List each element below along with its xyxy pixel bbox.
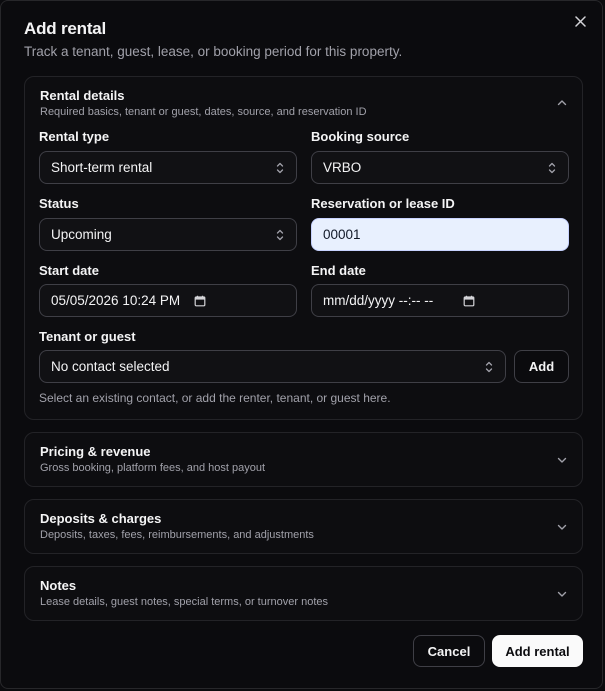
close-button[interactable] <box>572 13 588 29</box>
tenant-hint: Select an existing contact, or add the r… <box>39 391 391 405</box>
dialog-title: Add rental <box>24 19 107 38</box>
section-description: Gross booking, platform fees, and host p… <box>40 462 266 474</box>
end-date-label: End date <box>311 263 366 278</box>
chevron-up-down-icon <box>548 162 556 173</box>
section-description: Lease details, guest notes, special term… <box>40 596 328 608</box>
status-value: Upcoming <box>51 227 112 242</box>
reservation-id-label: Reservation or lease ID <box>311 196 455 211</box>
cancel-button[interactable]: Cancel <box>413 635 485 667</box>
section-description: Deposits, taxes, fees, reimbursements, a… <box>40 529 314 541</box>
section-title: Notes <box>40 578 77 593</box>
reservation-id-value: 00001 <box>323 227 361 242</box>
rental-type-select[interactable]: Short-term rental <box>39 151 297 184</box>
booking-source-label: Booking source <box>311 129 410 144</box>
calendar-icon[interactable] <box>194 295 206 307</box>
tenant-value: No contact selected <box>51 359 170 374</box>
start-date-input[interactable]: 05/05/2026 10:24 PM <box>39 284 297 317</box>
add-rental-dialog: Add rental Track a tenant, guest, lease,… <box>0 0 603 689</box>
start-date-value: 05/05/2026 10:24 PM <box>51 293 181 308</box>
add-tenant-button[interactable]: Add <box>514 350 569 383</box>
rental-type-value: Short-term rental <box>51 160 153 175</box>
booking-source-select[interactable]: VRBO <box>311 151 569 184</box>
section-description: Required basics, tenant or guest, dates,… <box>40 106 367 118</box>
status-label: Status <box>39 196 79 211</box>
chevron-up-icon[interactable] <box>556 97 568 109</box>
section-pricing[interactable]: Pricing & revenue Gross booking, platfor… <box>24 432 583 487</box>
tenant-label: Tenant or guest <box>39 329 136 344</box>
section-title: Deposits & charges <box>40 511 162 526</box>
chevron-down-icon[interactable] <box>556 588 568 600</box>
section-deposits[interactable]: Deposits & charges Deposits, taxes, fees… <box>24 499 583 554</box>
section-notes[interactable]: Notes Lease details, guest notes, specia… <box>24 566 583 621</box>
reservation-id-input[interactable]: 00001 <box>311 218 569 251</box>
tenant-select[interactable]: No contact selected <box>39 350 506 383</box>
calendar-icon[interactable] <box>463 295 475 307</box>
start-date-label: Start date <box>39 263 99 278</box>
section-header-rental-details[interactable]: Rental details Required basics, tenant o… <box>40 87 582 123</box>
section-header-deposits: Deposits & charges Deposits, taxes, fees… <box>40 510 314 542</box>
chevron-up-down-icon <box>276 162 284 173</box>
rental-type-label: Rental type <box>39 129 110 144</box>
section-title: Pricing & revenue <box>40 444 151 459</box>
chevron-down-icon[interactable] <box>556 521 568 533</box>
chevron-up-down-icon <box>485 361 493 372</box>
booking-source-value: VRBO <box>323 160 362 175</box>
close-icon <box>574 15 586 27</box>
section-title: Rental details <box>40 88 125 103</box>
section-rental-details: Rental details Required basics, tenant o… <box>24 76 583 420</box>
chevron-up-down-icon <box>276 229 284 240</box>
status-select[interactable]: Upcoming <box>39 218 297 251</box>
add-rental-button[interactable]: Add rental <box>492 635 583 667</box>
dialog-subtitle: Track a tenant, guest, lease, or booking… <box>24 44 403 59</box>
end-date-value: mm/dd/yyyy --:-- -- <box>323 293 434 308</box>
section-header-pricing: Pricing & revenue Gross booking, platfor… <box>40 443 265 475</box>
chevron-down-icon[interactable] <box>556 454 568 466</box>
end-date-input[interactable]: mm/dd/yyyy --:-- -- <box>311 284 569 317</box>
section-header-notes: Notes Lease details, guest notes, specia… <box>40 577 328 609</box>
